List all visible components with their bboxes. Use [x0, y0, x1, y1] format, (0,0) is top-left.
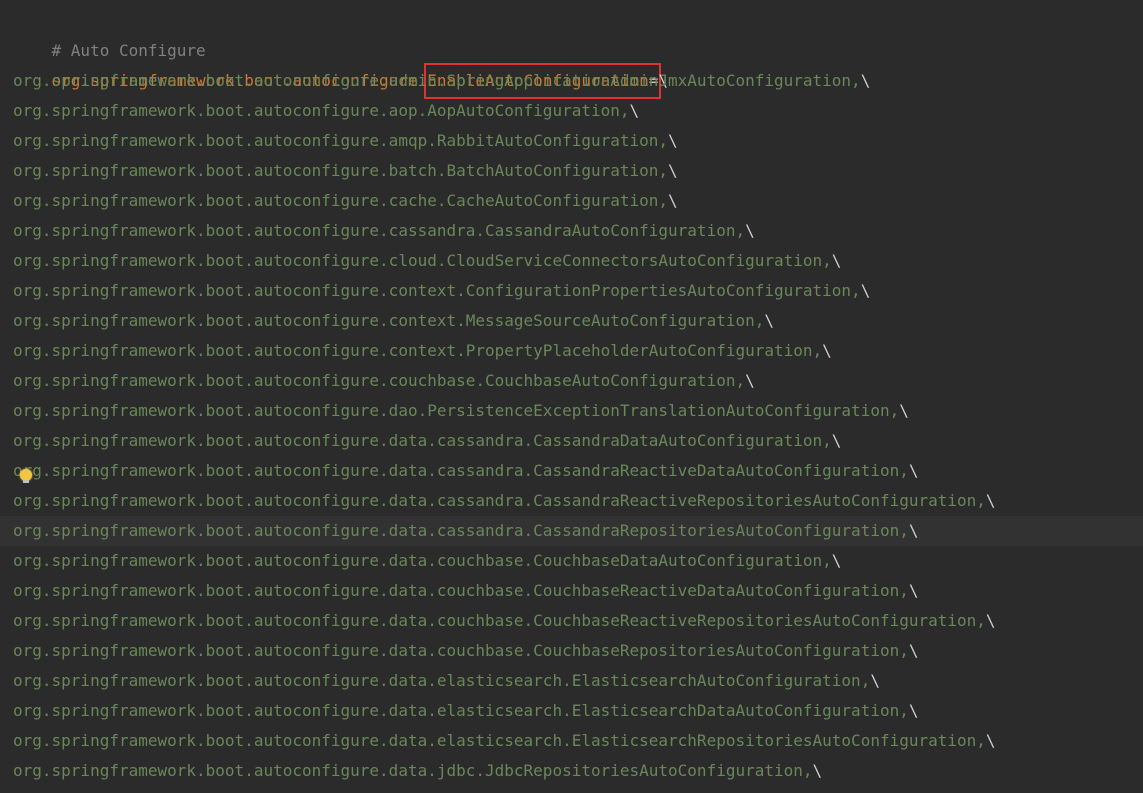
property-key-line[interactable]: org.springframework.boot.autoconfigure.E… — [0, 36, 1143, 99]
line-continuation: \ — [668, 191, 678, 210]
value-line[interactable]: org.springframework.boot.autoconfigure.d… — [0, 456, 1143, 486]
value-line[interactable]: org.springframework.boot.autoconfigure.d… — [0, 486, 1143, 516]
value-line[interactable]: org.springframework.boot.autoconfigure.d… — [0, 516, 1143, 546]
lightbulb-icon[interactable] — [20, 469, 32, 483]
value-line[interactable]: org.springframework.boot.autoconfigure.d… — [0, 756, 1143, 786]
value-text: org.springframework.boot.autoconfigure.d… — [13, 701, 909, 720]
value-line[interactable]: org.springframework.boot.autoconfigure.c… — [0, 306, 1143, 336]
value-text: org.springframework.boot.autoconfigure.c… — [13, 251, 832, 270]
line-continuation: \ — [831, 551, 842, 570]
value-text: org.springframework.boot.autoconfigure.d… — [13, 611, 986, 630]
line-continuation: \ — [899, 401, 909, 420]
code-editor[interactable]: # Auto Configure org.springframework.boo… — [0, 0, 1143, 793]
value-line[interactable]: org.springframework.boot.autoconfigure.c… — [0, 246, 1143, 276]
value-line[interactable]: org.springframework.boot.autoconfigure.d… — [0, 606, 1143, 636]
line-continuation: \ — [668, 131, 678, 150]
value-line[interactable]: org.springframework.boot.autoconfigure.c… — [0, 276, 1143, 306]
line-continuation: \ — [831, 251, 842, 270]
value-text: org.springframework.boot.autoconfigure.a… — [13, 101, 630, 120]
line-continuation: \ — [908, 521, 919, 540]
value-text: org.springframework.boot.autoconfigure.d… — [13, 671, 871, 690]
value-line[interactable]: org.springframework.boot.autoconfigure.c… — [0, 366, 1143, 396]
value-text: org.springframework.boot.autoconfigure.a… — [13, 71, 861, 90]
line-continuation: \ — [860, 281, 871, 300]
value-text: org.springframework.boot.autoconfigure.d… — [13, 761, 813, 780]
value-text: org.springframework.boot.autoconfigure.c… — [13, 191, 669, 210]
value-text: org.springframework.boot.autoconfigure.d… — [13, 401, 900, 420]
value-text: org.springframework.boot.autoconfigure.d… — [13, 461, 909, 480]
value-text: org.springframework.boot.autoconfigure.b… — [13, 161, 669, 180]
value-line[interactable]: org.springframework.boot.autoconfigure.c… — [0, 336, 1143, 366]
line-continuation: \ — [908, 641, 919, 660]
value-line[interactable]: org.springframework.boot.autoconfigure.d… — [0, 426, 1143, 456]
comment-line[interactable]: # Auto Configure — [0, 6, 1143, 60]
value-line[interactable]: org.springframework.boot.autoconfigure.b… — [0, 156, 1143, 186]
value-text: org.springframework.boot.autoconfigure.d… — [13, 431, 832, 450]
value-text: org.springframework.boot.autoconfigure.c… — [13, 281, 861, 300]
line-continuation: \ — [764, 311, 774, 330]
line-continuation: \ — [908, 581, 919, 600]
value-text: org.springframework.boot.autoconfigure.d… — [13, 551, 832, 570]
value-text: org.springframework.boot.autoconfigure.a… — [13, 131, 669, 150]
line-continuation: \ — [745, 371, 755, 390]
value-line[interactable]: org.springframework.boot.autoconfigure.d… — [0, 576, 1143, 606]
line-continuation: \ — [831, 431, 842, 450]
value-line[interactable]: org.springframework.boot.autoconfigure.d… — [0, 636, 1143, 666]
value-line[interactable]: org.springframework.boot.autoconfigure.c… — [0, 216, 1143, 246]
line-continuation: \ — [822, 341, 832, 360]
value-line[interactable]: org.springframework.boot.autoconfigure.d… — [0, 396, 1143, 426]
line-continuation: \ — [908, 461, 919, 480]
value-text: org.springframework.boot.autoconfigure.d… — [13, 491, 986, 510]
value-line[interactable]: org.springframework.boot.autoconfigure.d… — [0, 666, 1143, 696]
value-line[interactable]: org.springframework.boot.autoconfigure.d… — [0, 696, 1143, 726]
line-continuation: \ — [745, 221, 755, 240]
line-continuation: \ — [908, 701, 919, 720]
value-line[interactable]: org.springframework.boot.autoconfigure.c… — [0, 186, 1143, 216]
value-line[interactable]: org.springframework.boot.autoconfigure.d… — [0, 546, 1143, 576]
line-continuation: \ — [870, 671, 880, 690]
line-continuation: \ — [812, 761, 823, 780]
line-continuation: \ — [860, 71, 871, 90]
value-line[interactable]: org.springframework.boot.autoconfigure.d… — [0, 726, 1143, 756]
value-text: org.springframework.boot.autoconfigure.c… — [13, 311, 765, 330]
value-text: org.springframework.boot.autoconfigure.d… — [13, 641, 909, 660]
value-text: org.springframework.boot.autoconfigure.c… — [13, 221, 746, 240]
value-text: org.springframework.boot.autoconfigure.d… — [13, 581, 909, 600]
line-continuation: \ — [985, 731, 996, 750]
value-text: org.springframework.boot.autoconfigure.d… — [13, 731, 986, 750]
value-text: org.springframework.boot.autoconfigure.c… — [13, 371, 746, 390]
value-text: org.springframework.boot.autoconfigure.d… — [13, 521, 909, 540]
line-continuation: \ — [668, 161, 678, 180]
value-line[interactable]: org.springframework.boot.autoconfigure.a… — [0, 96, 1143, 126]
value-text: org.springframework.boot.autoconfigure.c… — [13, 341, 823, 360]
line-continuation: \ — [985, 611, 996, 630]
line-continuation: \ — [985, 491, 996, 510]
value-line[interactable]: org.springframework.boot.autoconfigure.a… — [0, 126, 1143, 156]
line-continuation: \ — [629, 101, 640, 120]
value-line[interactable]: org.springframework.boot.autoconfigure.a… — [0, 66, 1143, 96]
